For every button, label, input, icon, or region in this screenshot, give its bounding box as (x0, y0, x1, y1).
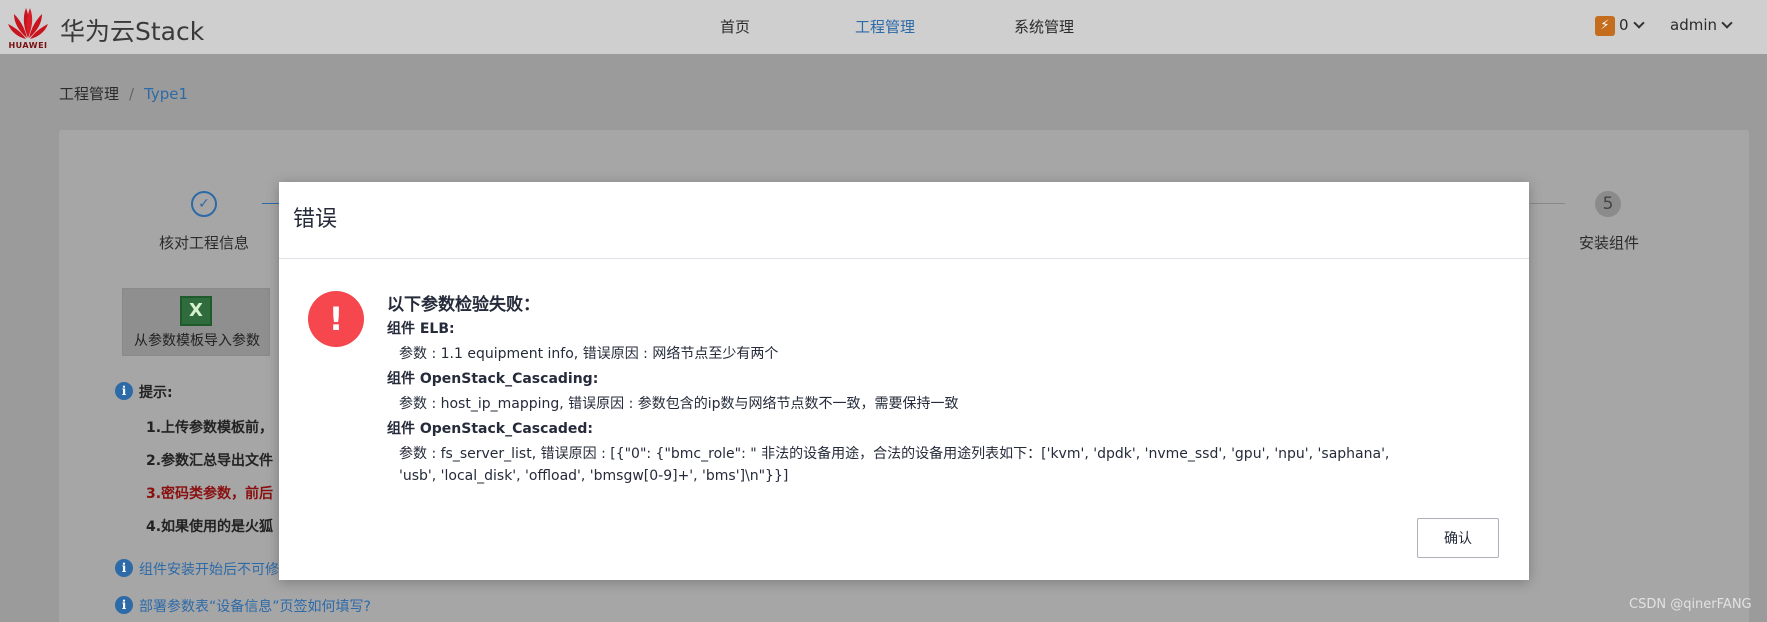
step-connector (262, 203, 280, 204)
tip-item: 2.参数汇总导出文件 (146, 453, 274, 469)
chevron-down-icon (1721, 17, 1733, 29)
tip-item: 1.上传参数模板前， (146, 420, 274, 436)
dialog-title: 错误 (293, 207, 338, 232)
username: admin (1670, 16, 1717, 34)
nav-system-management[interactable]: 系统管理 (1014, 16, 1074, 37)
info-icon: i (115, 596, 133, 614)
param-error: 参数 : fs_server_list, 错误原因 : [{"0": {"bmc… (399, 446, 1390, 462)
breadcrumb-separator: / (129, 85, 135, 103)
brand-title: 华为云Stack (60, 17, 205, 46)
error-heading: 以下参数检验失败： (387, 295, 540, 315)
huawei-logo[interactable]: HUAWEI (6, 4, 50, 50)
logo-wordmark: HUAWEI (8, 41, 48, 50)
notification-dropdown[interactable]: 0 (1619, 16, 1645, 34)
huawei-petal-icon (8, 8, 48, 39)
info-icon: i (115, 382, 133, 400)
step-complete-check-icon: ✓ (191, 191, 217, 217)
step-1-label: 核对工程信息 (159, 234, 250, 252)
notification-count: 0 (1619, 16, 1629, 34)
breadcrumb-current: Type1 (144, 85, 189, 103)
tips-title: 提示: (139, 385, 173, 401)
component-name: 组件 OpenStack_Cascaded: (387, 421, 594, 437)
nav-project-management[interactable]: 工程管理 (855, 16, 915, 37)
top-header: HUAWEI 华为云Stack 首页 工程管理 系统管理 ⚡ 0 admin (0, 0, 1767, 54)
breadcrumb: 工程管理 / Type1 (59, 83, 188, 104)
param-error: 参数 : host_ip_mapping, 错误原因 : 参数包含的ip数与网络… (399, 396, 959, 412)
watermark: CSDN @qinerFANG (1629, 597, 1752, 612)
lightning-icon[interactable]: ⚡ (1595, 16, 1615, 36)
tip-item-password: 3.密码类参数，前后 (146, 486, 274, 502)
step-5-label: 安装组件 (1579, 234, 1640, 252)
component-name: 组件 ELB: (387, 321, 455, 337)
excel-icon: X (180, 296, 212, 326)
step-5-number: 5 (1595, 191, 1621, 217)
import-button-label: 从参数模板导入参数 (134, 333, 260, 349)
error-icon: ! (308, 291, 364, 347)
param-error: 参数 : 1.1 equipment info, 错误原因 : 网络节点至少有两… (399, 346, 779, 362)
nav-home[interactable]: 首页 (720, 16, 750, 37)
info-icon: i (115, 559, 133, 577)
param-error-continued: 'usb', 'local_disk', 'offload', 'bmsgw[0… (399, 468, 789, 484)
tip-item: 4.如果使用的是火狐 (146, 519, 274, 535)
import-from-template-button[interactable]: X 从参数模板导入参数 (122, 288, 270, 356)
chevron-down-icon (1632, 17, 1645, 29)
component-name: 组件 OpenStack_Cascading: (387, 371, 599, 387)
help-link-install[interactable]: 组件安装开始后不可修 (139, 559, 279, 579)
breadcrumb-root[interactable]: 工程管理 (59, 85, 119, 103)
dialog-divider (279, 258, 1529, 259)
help-link-device-info[interactable]: 部署参数表“设备信息”页签如何填写? (139, 596, 371, 616)
error-dialog: 错误 ! 以下参数检验失败： 组件 ELB: 参数 : 1.1 equipmen… (279, 182, 1529, 580)
user-menu[interactable]: admin (1670, 16, 1733, 34)
step-connector (1530, 203, 1565, 204)
confirm-button[interactable]: 确认 (1417, 518, 1499, 558)
